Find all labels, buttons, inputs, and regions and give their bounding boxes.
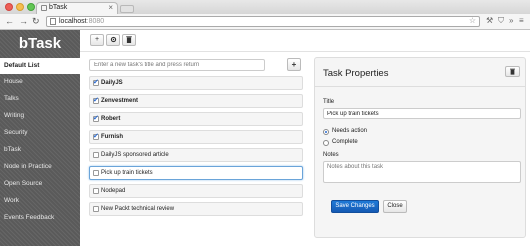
task-title: Robert: [101, 116, 121, 122]
task-item[interactable]: DailyJS sponsored article: [89, 148, 303, 162]
task-title: Nodepad: [101, 188, 126, 194]
sidebar: bTask Default List House Talks Writing S…: [0, 30, 80, 246]
notes-field[interactable]: [323, 161, 521, 183]
list-settings-button[interactable]: [106, 34, 120, 46]
task-title: Zenvestment: [101, 98, 139, 104]
save-changes-button[interactable]: Save Changes: [331, 200, 379, 213]
needs-action-radio[interactable]: [323, 129, 329, 135]
task-title: Pick up train tickets: [101, 170, 153, 176]
sidebar-item-node-in-practice[interactable]: Node in Practice: [0, 159, 80, 175]
sidebar-item-writing[interactable]: Writing: [0, 108, 80, 124]
task-item-selected[interactable]: Pick up train tickets: [89, 166, 303, 180]
add-task-button[interactable]: +: [287, 58, 301, 71]
browser-toolbar: ← → ↻ localhost:8080 ☆ ⚒ ⛉ » ≡: [0, 14, 530, 30]
brand-logo: bTask: [18, 35, 62, 52]
menu-icon[interactable]: ≡: [519, 16, 524, 25]
needs-action-label: Needs action: [332, 128, 368, 134]
task-checkbox[interactable]: [93, 114, 99, 122]
task-checkbox[interactable]: [93, 188, 99, 194]
task-checkbox[interactable]: [93, 96, 99, 104]
close-window-button[interactable]: [5, 3, 13, 11]
task-checkbox[interactable]: [93, 170, 99, 176]
task-title: Furnish: [101, 134, 123, 140]
bookmark-star-icon[interactable]: ☆: [469, 16, 476, 25]
title-label: Title: [323, 99, 335, 105]
task-item[interactable]: Furnish: [89, 130, 303, 144]
sidebar-item-house[interactable]: House: [0, 74, 80, 90]
task-item[interactable]: Nodepad: [89, 184, 303, 198]
back-icon[interactable]: ←: [5, 16, 14, 27]
wrench-icon[interactable]: ⚒: [486, 16, 493, 25]
task-properties-panel: Task Properties Title Needs action Compl…: [314, 57, 526, 238]
task-item[interactable]: Robert: [89, 112, 303, 126]
task-checkbox[interactable]: [93, 152, 99, 158]
sidebar-item-btask[interactable]: bTask: [0, 142, 80, 158]
task-item[interactable]: New Packt technical review: [89, 202, 303, 216]
gear-icon: [110, 36, 116, 43]
shield-icon[interactable]: ⛉: [498, 16, 504, 26]
add-list-button[interactable]: +: [90, 34, 104, 46]
browser-titlebar: bTask ×: [0, 0, 530, 14]
task-title: New Packt technical review: [101, 206, 175, 212]
sidebar-item-open-source[interactable]: Open Source: [0, 176, 80, 192]
trash-icon: [510, 68, 515, 75]
delete-task-button[interactable]: [505, 66, 520, 77]
trash-icon: [126, 36, 132, 43]
task-item[interactable]: Zenvestment: [89, 94, 303, 108]
close-button[interactable]: Close: [383, 200, 407, 213]
notes-label: Notes: [323, 152, 339, 158]
forward-icon[interactable]: →: [19, 16, 28, 27]
page-icon: [41, 5, 47, 11]
task-title: DailyJS: [101, 80, 123, 86]
task-checkbox[interactable]: [93, 206, 99, 212]
panel-divider: [315, 86, 525, 87]
overflow-chevron-icon[interactable]: »: [509, 16, 513, 25]
task-title-field[interactable]: [323, 108, 521, 119]
sidebar-item-work[interactable]: Work: [0, 193, 80, 209]
browser-tab[interactable]: bTask ×: [36, 2, 118, 14]
task-title: DailyJS sponsored article: [101, 152, 169, 158]
sidebar-item-security[interactable]: Security: [0, 125, 80, 141]
url-text: localhost:8080: [59, 18, 105, 25]
complete-radio[interactable]: [323, 140, 329, 146]
complete-label: Complete: [332, 139, 358, 145]
address-bar[interactable]: localhost:8080 ☆: [46, 16, 480, 27]
panel-title: Task Properties: [323, 68, 389, 79]
tab-title: bTask: [49, 4, 68, 11]
sidebar-item-events-feedback[interactable]: Events Feedback: [0, 210, 80, 226]
page-icon: [50, 18, 56, 25]
toolbar-divider: [80, 51, 530, 52]
minimize-window-button[interactable]: [16, 3, 24, 11]
new-task-input[interactable]: [89, 59, 265, 71]
plus-icon: +: [94, 36, 100, 43]
tab-close-icon[interactable]: ×: [108, 3, 113, 12]
reload-icon[interactable]: ↻: [32, 16, 40, 27]
task-checkbox[interactable]: [93, 78, 99, 86]
sidebar-item-talks[interactable]: Talks: [0, 91, 80, 107]
zoom-window-button[interactable]: [27, 3, 35, 11]
task-checkbox[interactable]: [93, 132, 99, 140]
sidebar-item-default-list[interactable]: Default List: [0, 58, 80, 74]
delete-list-button[interactable]: [122, 34, 136, 46]
new-tab-button[interactable]: [120, 5, 134, 13]
task-item[interactable]: DailyJS: [89, 76, 303, 90]
